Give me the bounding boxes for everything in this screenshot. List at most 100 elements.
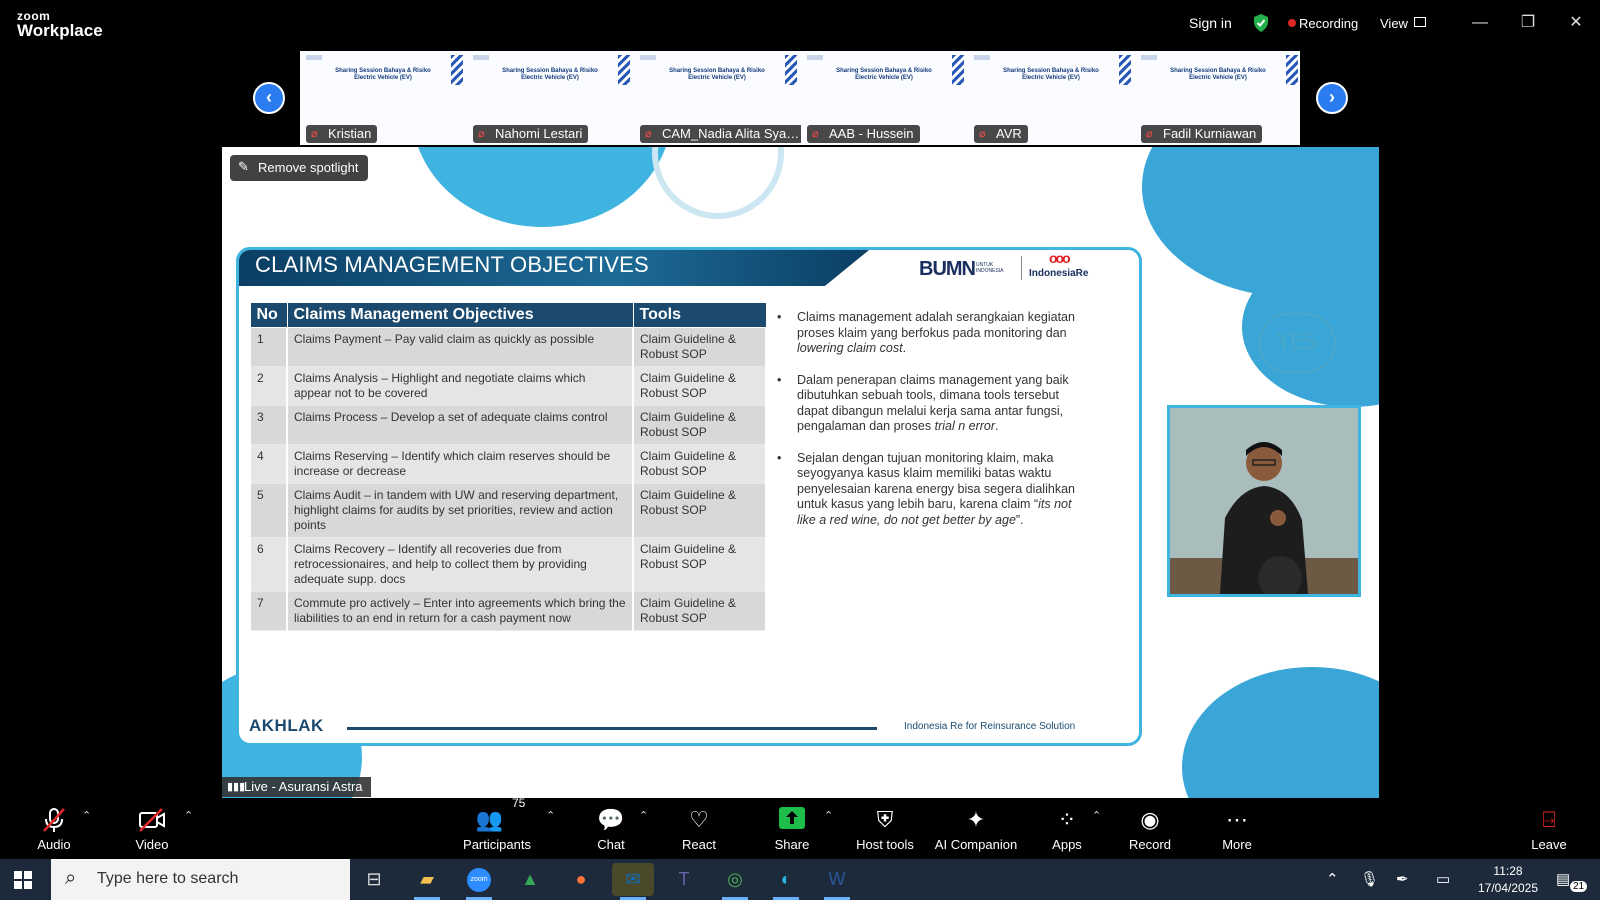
windows-taskbar: ⌕ Type here to search ⊟ ▰ zoom ▲ ● ✉ T ◎… bbox=[0, 859, 1600, 900]
host-tools-label: Host tools bbox=[856, 837, 914, 852]
minimize-icon[interactable]: — bbox=[1469, 12, 1491, 34]
sign-in-link[interactable]: Sign in bbox=[1189, 15, 1232, 31]
teams-icon[interactable]: T bbox=[663, 863, 705, 896]
task-view-icon[interactable]: ⊟ bbox=[353, 863, 395, 896]
firefox-icon[interactable]: ● bbox=[560, 863, 602, 896]
host-tools-button[interactable]: ⛨ Host tools bbox=[852, 799, 918, 859]
more-label: More bbox=[1222, 837, 1252, 852]
strip-next-button[interactable]: › bbox=[1316, 82, 1348, 114]
video-button[interactable]: Video bbox=[124, 799, 180, 859]
table-row: 1 Claims Payment – Pay valid claim as qui… bbox=[249, 327, 767, 367]
cell-tools: Claim Guideline & Robust SOP bbox=[632, 366, 767, 406]
taskbar-search-box[interactable]: ⌕ Type here to search bbox=[51, 859, 350, 900]
apps-label: Apps bbox=[1052, 837, 1082, 852]
outlook-icon[interactable]: ✉ bbox=[612, 863, 654, 900]
react-button[interactable]: ♡ React bbox=[675, 799, 723, 859]
cell-no: 4 bbox=[249, 444, 288, 484]
taskbar-clock[interactable]: 11:28 17/04/2025 bbox=[1472, 863, 1544, 897]
apps-options-caret-icon[interactable]: ⌃ bbox=[1092, 809, 1101, 822]
table-row: 4 Claims Reserving – Identify which claim… bbox=[249, 444, 767, 484]
microphone-tray-icon[interactable]: 🎙 bbox=[1360, 870, 1379, 888]
table-row: 5 Claims Audit – in tandem with UW and re… bbox=[249, 483, 767, 538]
presentation-slide: CLAIMS MANAGEMENT OBJECTIVES BUMN UNTUK … bbox=[236, 247, 1142, 746]
thumb-stripe bbox=[618, 55, 630, 85]
apps-button[interactable]: ⁘ Apps bbox=[1044, 799, 1090, 859]
tray-overflow-icon[interactable]: ⌃ bbox=[1326, 870, 1339, 888]
bumn-logo-sub: UNTUK INDONESIA bbox=[976, 262, 1004, 274]
remove-spotlight-button[interactable]: Remove spotlight bbox=[230, 155, 369, 181]
audio-options-caret-icon[interactable]: ⌃ bbox=[82, 809, 91, 822]
restore-icon[interactable]: ❐ bbox=[1517, 12, 1539, 34]
leave-button[interactable]: ⍈ Leave bbox=[1528, 799, 1570, 859]
app-logo-bottom: Workplace bbox=[17, 21, 103, 40]
ai-companion-label: AI Companion bbox=[934, 837, 1018, 852]
thumb-slide-title: Sharing Session Bahaya & Risiko Electric… bbox=[1003, 68, 1099, 81]
participant-tile[interactable]: Sharing Session Bahaya & Risiko Electric… bbox=[467, 51, 634, 145]
record-button[interactable]: ◉ Record bbox=[1124, 799, 1176, 859]
cell-tools: Claim Guideline & Robust SOP bbox=[632, 405, 767, 445]
cell-tools: Claim Guideline & Robust SOP bbox=[632, 537, 767, 592]
chat-options-caret-icon[interactable]: ⌃ bbox=[639, 809, 648, 822]
edge-icon[interactable]: ◐ bbox=[765, 863, 807, 900]
chat-button[interactable]: 💬 Chat bbox=[588, 799, 634, 859]
participants-label: Participants bbox=[463, 837, 531, 852]
yes-doodle: YES bbox=[1258, 313, 1336, 373]
mic-muted-icon: ⌀ bbox=[645, 128, 652, 140]
column-header: No bbox=[249, 302, 288, 328]
google-drive-icon[interactable]: ▲ bbox=[509, 863, 551, 896]
share-options-caret-icon[interactable]: ⌃ bbox=[824, 809, 833, 822]
ai-companion-button[interactable]: ✦ AI Companion bbox=[932, 799, 1020, 859]
bumn-logo: BUMN bbox=[919, 258, 976, 280]
participant-name: AAB - Hussein bbox=[807, 125, 920, 143]
cell-tools: Claim Guideline & Robust SOP bbox=[632, 444, 767, 484]
meeting-toolbar: Audio ⌃ Video ⌃ 👥 75 Participants ⌃ 💬 Ch… bbox=[0, 796, 1600, 859]
windows-start-icon[interactable] bbox=[14, 871, 32, 889]
cell-objective: Commute pro actively – Enter into agreem… bbox=[286, 591, 634, 631]
participant-tile[interactable]: Sharing Session Bahaya & Risiko Electric… bbox=[801, 51, 968, 145]
bullet-list: Claims management adalah serangkaian keg… bbox=[775, 310, 1087, 544]
recording-indicator[interactable]: Recording bbox=[1299, 16, 1358, 31]
thumb-logo bbox=[807, 55, 823, 60]
video-options-caret-icon[interactable]: ⌃ bbox=[184, 809, 193, 822]
thumb-logo bbox=[974, 55, 990, 60]
more-button[interactable]: ⋯ More bbox=[1216, 799, 1258, 859]
view-button[interactable]: View bbox=[1380, 16, 1408, 31]
participant-tile[interactable]: Sharing Session Bahaya & Risiko Electric… bbox=[968, 51, 1135, 145]
participant-tile[interactable]: Sharing Session Bahaya & Risiko Electric… bbox=[300, 51, 467, 145]
file-explorer-icon[interactable]: ▰ bbox=[406, 863, 448, 900]
thumb-slide-title: Sharing Session Bahaya & Risiko Electric… bbox=[669, 68, 765, 81]
participants-options-caret-icon[interactable]: ⌃ bbox=[546, 809, 555, 822]
mic-muted-icon: ⌀ bbox=[478, 128, 485, 140]
close-icon[interactable]: ✕ bbox=[1565, 12, 1587, 34]
logo-separator bbox=[1021, 256, 1022, 280]
word-icon[interactable]: W bbox=[816, 863, 858, 900]
title-bar: zoom Workplace Sign in Recording View — … bbox=[0, 0, 1600, 48]
share-button[interactable]: Share bbox=[766, 799, 818, 859]
view-grid-icon[interactable] bbox=[1414, 17, 1426, 27]
recording-dot-icon bbox=[1288, 19, 1296, 27]
zoom-app-icon[interactable]: zoom bbox=[458, 863, 500, 900]
table-row: 7 Commute pro actively – Enter into agree… bbox=[249, 591, 767, 631]
table-row: 2 Claims Analysis – Highlight and negotia… bbox=[249, 366, 767, 406]
speaker-person-icon bbox=[1170, 408, 1358, 594]
speaker-video[interactable] bbox=[1167, 405, 1361, 597]
pen-tray-icon[interactable]: ✒ bbox=[1396, 870, 1409, 888]
footer-line bbox=[347, 727, 877, 730]
audio-button[interactable]: Audio bbox=[26, 799, 82, 859]
strip-prev-button[interactable]: ‹ bbox=[253, 82, 285, 114]
bullet-item: Claims management adalah serangkaian keg… bbox=[775, 310, 1087, 357]
heart-icon: ♡ bbox=[689, 807, 709, 832]
shield-check-icon[interactable] bbox=[1252, 13, 1270, 33]
chat-icon: 💬 bbox=[597, 807, 625, 832]
clock-time: 11:28 bbox=[1493, 864, 1523, 878]
notification-icon[interactable]: ▤ bbox=[1556, 870, 1570, 888]
share-screen-icon bbox=[779, 807, 805, 835]
thumb-stripe bbox=[1286, 55, 1298, 85]
participant-tile[interactable]: Sharing Session Bahaya & Risiko Electric… bbox=[634, 51, 801, 145]
participant-tile[interactable]: Sharing Session Bahaya & Risiko Electric… bbox=[1135, 51, 1300, 145]
participants-button[interactable]: 👥 75 Participants bbox=[460, 796, 534, 859]
chrome-icon[interactable]: ◎ bbox=[714, 863, 756, 900]
display-tray-icon[interactable]: ▭ bbox=[1436, 870, 1450, 888]
thumb-slide-title: Sharing Session Bahaya & Risiko Electric… bbox=[1170, 68, 1266, 81]
participants-count: 75 bbox=[512, 796, 526, 810]
